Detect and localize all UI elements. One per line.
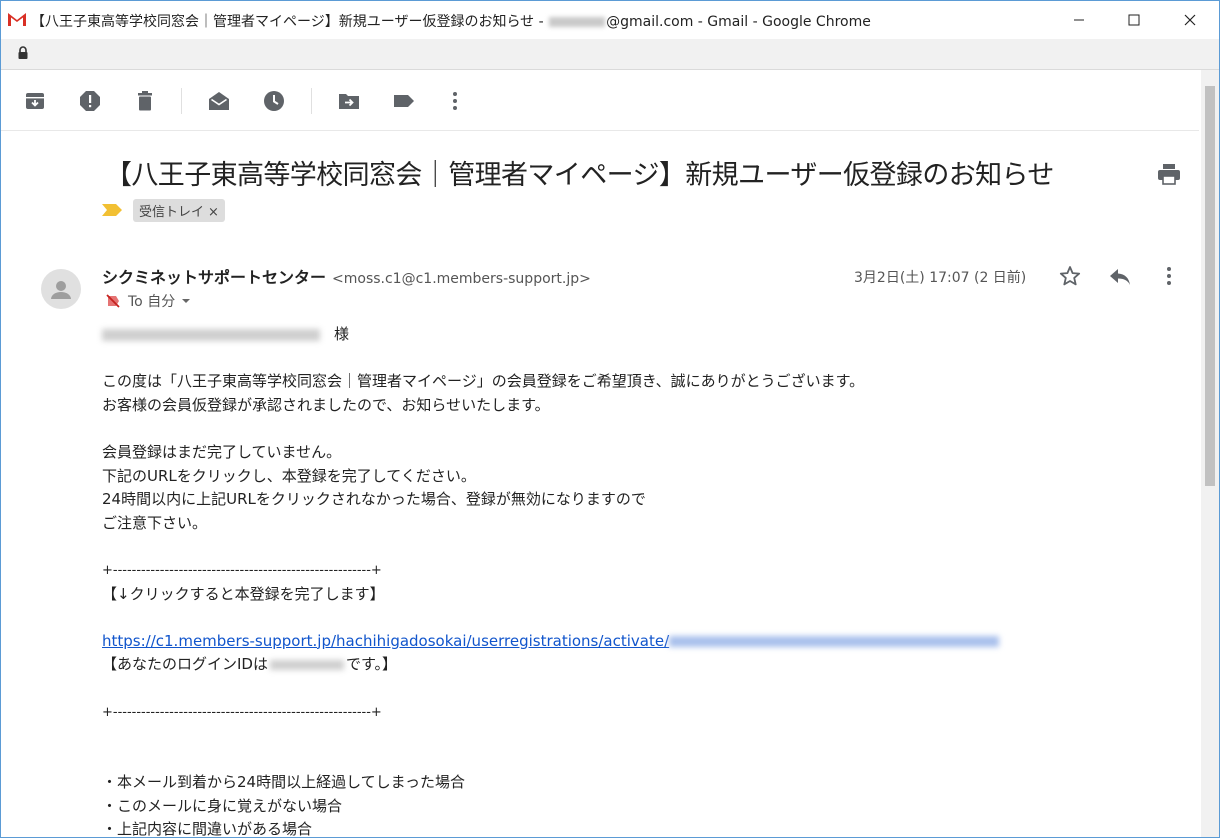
body-line: この度は「八王子東高等学校同窓会｜管理者マイページ」の会員登録をご希望頂き、誠に… xyxy=(102,372,865,391)
label-row: 受信トレイ × xyxy=(101,198,225,222)
snooze-button[interactable] xyxy=(261,88,287,114)
move-to-icon xyxy=(339,94,359,109)
body-line: ご注意下さい。 xyxy=(102,513,208,532)
report-spam-icon xyxy=(80,91,100,111)
divider-line: +---------------------------------------… xyxy=(102,704,382,720)
click-note: 【↓クリックすると本登録を完了します】 xyxy=(102,584,385,603)
toolbar-divider xyxy=(181,88,182,114)
reply-icon xyxy=(1110,269,1130,285)
lock-icon xyxy=(18,46,28,59)
body-line: ・上記内容に間違いがある場合 xyxy=(102,820,313,838)
show-details-icon[interactable] xyxy=(179,294,193,308)
remove-label-button[interactable]: × xyxy=(208,205,219,220)
snooze-icon xyxy=(264,91,284,111)
scrollbar-thumb[interactable] xyxy=(1205,86,1215,486)
body-line: お客様の会員仮登録が承認されましたので、お知らせいたします。 xyxy=(102,395,550,414)
body-line: ・本メール到着から24時間以上経過してしまった場合 xyxy=(102,773,466,792)
more-button[interactable] xyxy=(442,88,468,114)
move-to-button[interactable] xyxy=(336,88,362,114)
divider-line: +---------------------------------------… xyxy=(102,562,382,578)
title-bar: 【八王子東高等学校同窓会｜管理者マイページ】新規ユーザー仮登録のお知らせ - @… xyxy=(1,1,1219,39)
not-important-icon xyxy=(106,294,120,308)
close-icon xyxy=(1184,14,1196,26)
reply-button[interactable] xyxy=(1107,263,1133,289)
gmail-logo-icon xyxy=(8,13,26,26)
message-subject: 【八王子東高等学校同窓会｜管理者マイページ】新規ユーザー仮登録のお知らせ xyxy=(105,160,1054,191)
activation-link[interactable]: https://c1.members-support.jp/hachihigad… xyxy=(102,632,669,650)
recipient-row: To 自分 xyxy=(105,291,193,311)
print-button[interactable] xyxy=(1157,163,1181,189)
message-body: 様 この度は「八王子東高等学校同窓会｜管理者マイページ」の会員登録をご希望頂き、… xyxy=(102,323,1182,838)
delete-icon xyxy=(138,91,152,111)
toolbar-divider xyxy=(311,88,312,114)
labels-button[interactable] xyxy=(391,88,417,114)
redacted-login-id xyxy=(269,659,344,670)
report-spam-button[interactable] xyxy=(77,88,103,114)
maximize-icon xyxy=(1128,14,1140,26)
message-toolbar xyxy=(1,70,1199,131)
more-icon xyxy=(453,92,457,110)
body-line: ・このメールに身に覚えがない場合 xyxy=(102,796,343,815)
archive-icon xyxy=(26,93,44,109)
window-title: 【八王子東高等学校同窓会｜管理者マイページ】新規ユーザー仮登録のお知らせ - @… xyxy=(31,14,871,30)
body-line: 24時間以内に上記URLをクリックされなかった場合、登録が無効になりますので xyxy=(102,490,646,509)
sender-email: <moss.c1@c1.members-support.jp> xyxy=(332,271,591,287)
minimize-icon xyxy=(1074,19,1084,21)
labels-icon xyxy=(394,95,414,107)
inbox-label-chip: 受信トレイ × xyxy=(133,198,225,222)
print-icon xyxy=(1158,164,1180,185)
more-icon xyxy=(1167,267,1171,285)
body-line: 会員登録はまだ完了していません。 xyxy=(102,442,342,461)
message-more-button[interactable] xyxy=(1156,263,1182,289)
message-date: 3月2日(土) 17:07 (2 日前) xyxy=(854,270,1027,286)
sender-line: シクミネットサポートセンター <moss.c1@c1.members-suppor… xyxy=(102,264,591,288)
close-button[interactable] xyxy=(1167,1,1213,39)
person-icon xyxy=(51,281,71,299)
minimize-button[interactable] xyxy=(1056,1,1102,39)
importance-marker-icon[interactable] xyxy=(101,203,123,217)
redacted-name xyxy=(102,328,320,341)
recipient-text: To 自分 xyxy=(128,294,176,310)
sender-name[interactable]: シクミネットサポートセンター xyxy=(102,268,326,287)
address-bar xyxy=(1,39,1219,70)
redacted-link-token[interactable] xyxy=(669,635,1000,647)
star-button[interactable] xyxy=(1057,263,1083,289)
body-line: 下記のURLをクリックし、本登録を完了してください。 xyxy=(102,466,476,485)
vertical-scrollbar[interactable] xyxy=(1201,70,1219,837)
maximize-button[interactable] xyxy=(1111,1,1157,39)
mark-unread-icon xyxy=(209,92,229,110)
star-icon xyxy=(1059,266,1081,286)
delete-button[interactable] xyxy=(132,88,158,114)
browser-window: 【八王子東高等学校同窓会｜管理者マイページ】新規ユーザー仮登録のお知らせ - @… xyxy=(0,0,1220,838)
archive-button[interactable] xyxy=(22,88,48,114)
redacted-email xyxy=(549,17,606,27)
avatar xyxy=(41,269,81,309)
mark-unread-button[interactable] xyxy=(206,88,232,114)
